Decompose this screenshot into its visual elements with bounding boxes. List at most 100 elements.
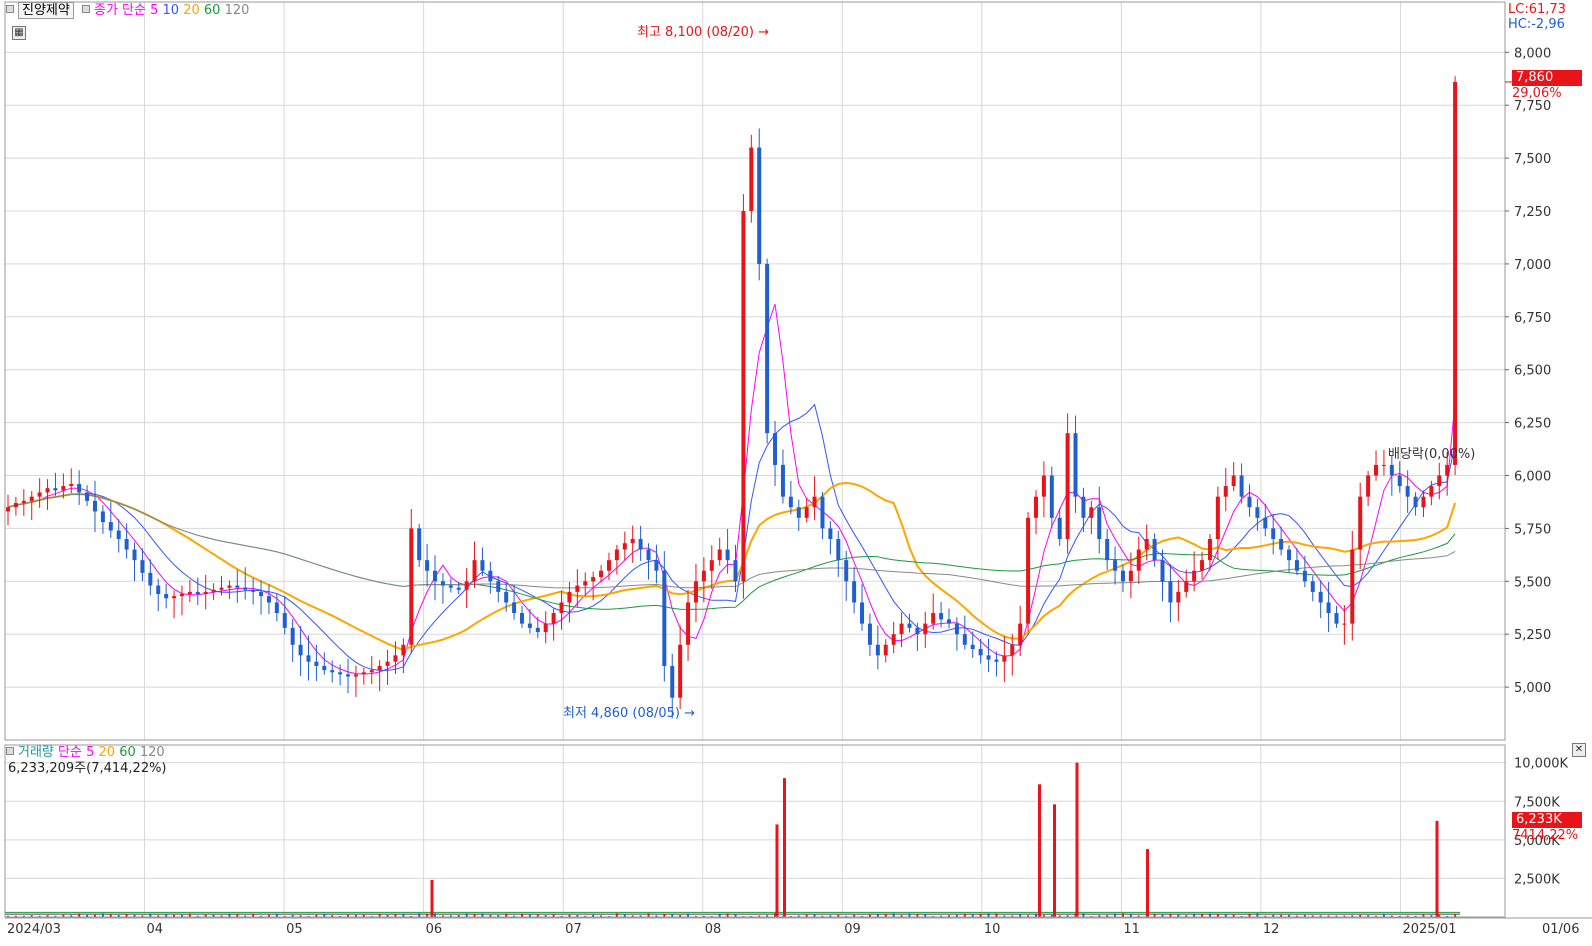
candle (1405, 486, 1410, 497)
candle (931, 613, 936, 624)
candle (733, 560, 738, 582)
candle (77, 483, 82, 493)
candle (179, 594, 184, 597)
candle (527, 623, 532, 628)
candle (1310, 581, 1315, 592)
candle (290, 627, 295, 645)
candle (622, 543, 627, 550)
candle (100, 511, 105, 523)
volume-bar (908, 913, 911, 917)
candle (235, 585, 240, 588)
price-legend: 진양제약 종가 단순 5 10 20 60 120 (6, 2, 249, 19)
candle (599, 570, 604, 578)
candle (899, 623, 904, 635)
candle (338, 672, 343, 675)
candle (6, 507, 10, 512)
candle (891, 634, 896, 645)
candle (1366, 475, 1371, 497)
candle (314, 661, 319, 666)
volume-ma-60: 60 (119, 745, 136, 760)
candle (1041, 475, 1046, 497)
candle (1073, 433, 1078, 497)
ma-line-20 (7, 481, 1457, 651)
candle (1168, 581, 1173, 603)
candle (1113, 560, 1118, 571)
candle (1089, 507, 1094, 518)
volume-bar (995, 913, 998, 917)
candle (1294, 560, 1299, 571)
candle (393, 655, 398, 662)
candle (1271, 528, 1276, 539)
volume-bar (775, 824, 779, 917)
candle (575, 585, 580, 592)
candle (828, 528, 833, 539)
candle (1002, 655, 1007, 662)
candle (69, 483, 74, 487)
price-tick-label: 6,000 (1514, 470, 1551, 485)
candle (1049, 475, 1054, 518)
candle (61, 486, 66, 491)
candle (195, 591, 200, 594)
volume-ma-lines (5, 911, 1460, 916)
candle (678, 644, 683, 698)
candle (1437, 475, 1442, 487)
candle (804, 507, 809, 518)
candle (1247, 496, 1252, 508)
legend-square-icon (81, 5, 90, 13)
x-tick-label: 2024/03 (7, 922, 61, 937)
candle (1429, 486, 1434, 497)
candle (907, 623, 912, 628)
candle (330, 670, 335, 673)
candle (148, 572, 153, 586)
ma-line-5 (7, 303, 1456, 675)
candle (725, 549, 730, 561)
candle (116, 530, 121, 539)
candle (251, 589, 256, 592)
candle (21, 500, 26, 504)
candle (29, 496, 34, 501)
candle (401, 644, 406, 656)
candle (788, 496, 793, 508)
volume-grid (5, 745, 1505, 917)
candle (1302, 570, 1307, 582)
candle (535, 627, 540, 633)
grid-toggle-icon[interactable]: ▦ (12, 26, 26, 40)
volume-bar (892, 913, 895, 917)
candle (773, 433, 778, 465)
candle (923, 623, 928, 635)
volume-tick-label: 7,500K (1514, 795, 1560, 810)
price-tick-label: 7,000 (1514, 258, 1551, 273)
volume-bar (647, 913, 650, 917)
candle (1018, 623, 1023, 645)
candle (1263, 517, 1268, 529)
candle (1326, 602, 1331, 614)
volume-title: 거래량 (18, 745, 54, 760)
stock-chart[interactable]: 5,000 5,250 5,500 5,750 6,000 6,250 6,500 6,750… (0, 0, 1592, 946)
candle (994, 659, 999, 662)
candle (939, 613, 944, 620)
high-annotation: 최고 8,100 (08/20) → (637, 25, 769, 41)
candle (504, 591, 509, 603)
volume-tick-label: 2,500K (1514, 872, 1560, 887)
candle (1026, 517, 1031, 624)
low-label: 최저 4,860 (08/05) (563, 706, 681, 721)
candle (1097, 507, 1102, 539)
candle (322, 665, 327, 671)
candle (1413, 496, 1418, 508)
candle (37, 492, 42, 497)
candle (686, 602, 691, 645)
price-ma-20: 20 (183, 3, 200, 18)
candle (780, 464, 785, 497)
close-icon[interactable]: ✕ (1572, 743, 1586, 757)
candle (488, 570, 493, 582)
candle (693, 581, 698, 603)
candle (1207, 538, 1212, 561)
x-tick-label: 11 (1123, 922, 1140, 937)
candle (836, 538, 841, 561)
candle (203, 591, 208, 594)
candle (274, 602, 279, 614)
volume-bar (101, 913, 104, 917)
candle (820, 496, 825, 529)
candle (654, 560, 659, 571)
stock-name[interactable]: 진양제약 (18, 2, 74, 19)
